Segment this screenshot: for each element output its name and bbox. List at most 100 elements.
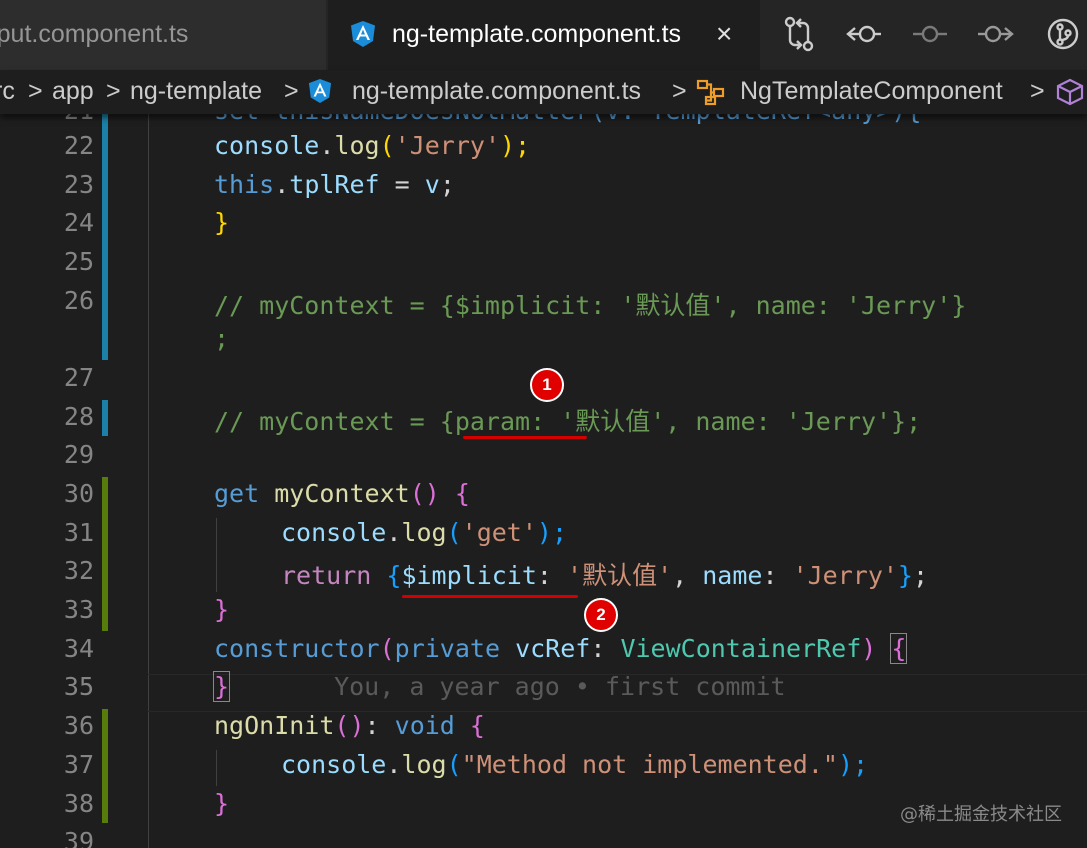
annotation-badge: 2: [584, 598, 618, 632]
breadcrumb-item-src[interactable]: rc: [0, 77, 15, 106]
source-control-icon[interactable]: [1043, 14, 1083, 54]
token: name: [702, 561, 763, 590]
cube-icon: [1056, 78, 1084, 113]
code-line-26: // myContext = {$implicit: '默认值', name: …: [214, 291, 967, 320]
breadcrumb-item-class[interactable]: NgTemplateComponent: [740, 77, 1003, 106]
breadcrumb-item-file[interactable]: ng-template.component.ts: [352, 77, 641, 106]
code-line-23: this.tplRef = v;: [214, 170, 455, 199]
chevron-right-icon: >: [106, 77, 121, 105]
token: {: [454, 479, 470, 508]
line-number: 33: [63, 595, 94, 624]
line-number: 30: [63, 479, 94, 508]
angular-icon: [350, 20, 376, 48]
line-number: 29: [63, 440, 94, 469]
code-line-38: }: [214, 789, 230, 818]
code-line-33: }: [214, 595, 230, 624]
line-number: 39: [63, 827, 94, 848]
open-changes-icon[interactable]: [780, 14, 820, 54]
gutter-added-marker[interactable]: [102, 709, 108, 823]
gutter-modified-marker[interactable]: [102, 114, 108, 360]
token: );: [837, 750, 869, 779]
token: );: [536, 518, 568, 547]
token: ;: [912, 561, 929, 590]
token: (: [446, 518, 462, 547]
line-number: 31: [63, 518, 94, 547]
code-line-26-wrap: ;: [214, 324, 230, 353]
token: {: [386, 561, 402, 590]
code-line-34: constructor(private vcRef: ViewContainer…: [214, 633, 908, 664]
code-line-21: set thisNameDoesNotMatter(v: TemplateRef…: [214, 114, 921, 125]
token: ngOnInit: [214, 711, 335, 740]
code-line-35: } You, a year ago • first commit: [212, 671, 786, 702]
token: .: [386, 750, 402, 779]
token: ): [861, 634, 877, 663]
token: vcRef: [515, 634, 591, 663]
tab-label: te-input.component.ts: [0, 20, 189, 48]
chevron-right-icon: >: [284, 77, 299, 105]
line-number: 38: [63, 789, 94, 818]
chevron-right-icon: >: [1030, 77, 1045, 105]
go-forward-icon[interactable]: [975, 14, 1015, 54]
token: }: [897, 561, 913, 590]
token: log: [334, 131, 380, 160]
go-back-icon[interactable]: [845, 14, 885, 54]
token: .: [319, 131, 335, 160]
annotation-badge: 1: [530, 368, 564, 402]
token: myContext: [274, 479, 410, 508]
token: v: [424, 170, 440, 199]
token: this: [214, 170, 275, 199]
token: console: [214, 131, 320, 160]
token: .: [274, 170, 290, 199]
token: :: [364, 711, 395, 740]
gutter-added-marker[interactable]: [102, 477, 108, 631]
token: :: [762, 561, 793, 590]
token: private: [394, 634, 500, 663]
git-blame-annotation: You, a year ago • first commit: [334, 672, 786, 701]
editor-actions: [760, 14, 1087, 56]
chevron-right-icon: >: [28, 77, 43, 105]
tab-label: ng-template.component.ts: [392, 20, 682, 48]
breadcrumb-item-folder[interactable]: ng-template: [130, 77, 262, 106]
token: void: [394, 711, 455, 740]
code-line-28: // myContext = {param: '默认值', name: 'Jer…: [214, 407, 922, 436]
token: 'get': [461, 518, 537, 547]
tab-bar: te-input.component.ts ng-template.compon…: [0, 0, 1087, 70]
token: .: [386, 518, 402, 547]
token: ,: [672, 561, 703, 590]
indent-guide: [148, 114, 149, 848]
breadcrumb: rc > app > ng-template > ng-template.com…: [0, 70, 1087, 114]
line-number: 34: [63, 634, 94, 663]
code-editor[interactable]: 21 22 23 24 25 26 27 28 29 30 31 32 33 3…: [0, 114, 1087, 848]
code-line-31: console.log('get');: [281, 518, 567, 547]
tab-inactive[interactable]: te-input.component.ts: [0, 0, 326, 70]
tab-active[interactable]: ng-template.component.ts ×: [328, 0, 760, 70]
token: ViewContainerRef: [620, 634, 862, 663]
chevron-right-icon: >: [672, 77, 687, 105]
line-number: 37: [63, 750, 94, 779]
commit-dot-icon[interactable]: [910, 14, 950, 54]
token: (: [446, 750, 462, 779]
token: console: [281, 750, 387, 779]
token: :: [590, 634, 621, 663]
token: log: [401, 518, 447, 547]
breadcrumb-item-app[interactable]: app: [52, 77, 94, 106]
token: 'Jerry': [792, 561, 898, 590]
token: "Method not implemented.": [461, 750, 838, 779]
code-line-24: }: [214, 208, 230, 237]
gutter-modified-marker[interactable]: [102, 400, 108, 436]
token: );: [500, 131, 531, 160]
line-number: 32: [63, 556, 94, 585]
token: =: [379, 170, 425, 199]
close-icon[interactable]: ×: [716, 18, 732, 50]
line-number: 26: [63, 286, 94, 315]
token: tplRef: [289, 170, 380, 199]
line-number: 28: [63, 402, 94, 431]
token: constructor: [214, 634, 380, 663]
line-number: 24: [63, 208, 94, 237]
annotation-underline: [463, 436, 587, 439]
code-line-22: console.log('Jerry');: [214, 131, 530, 160]
